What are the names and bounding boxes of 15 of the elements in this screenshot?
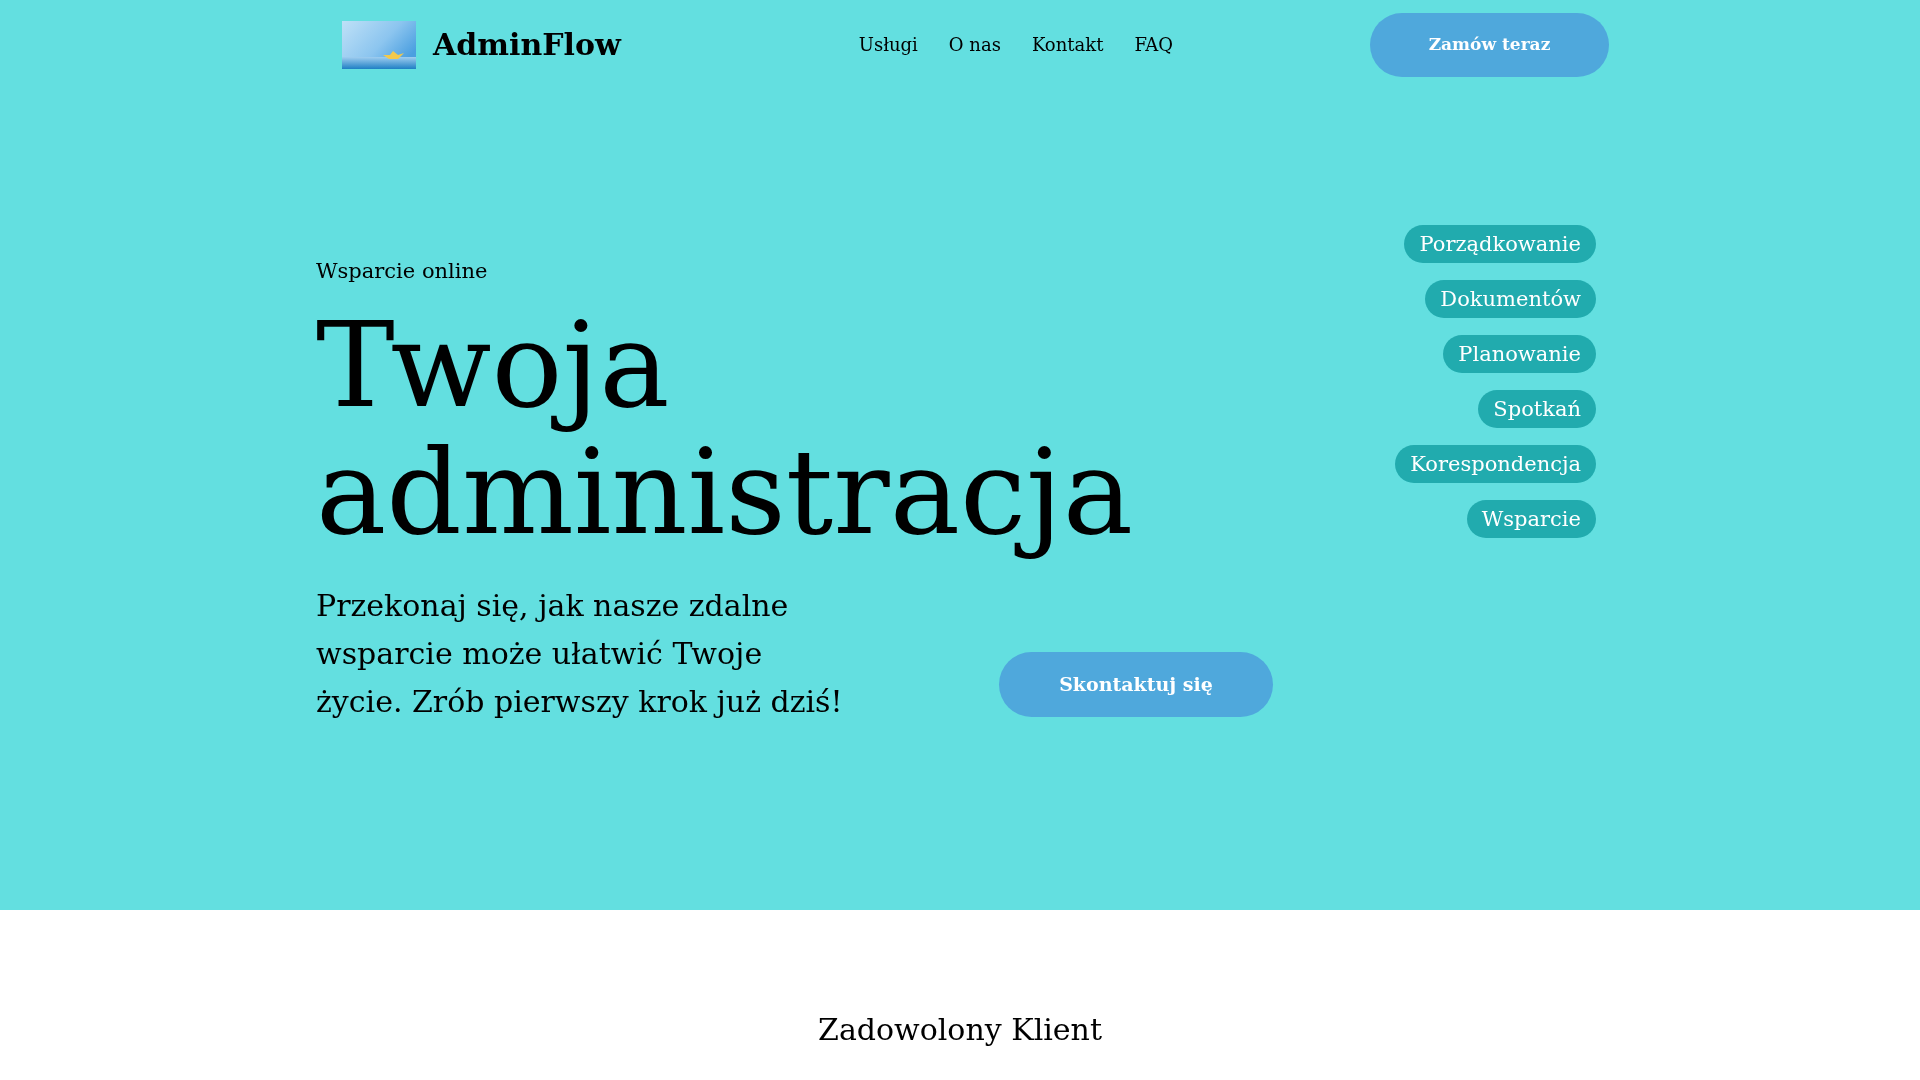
testimonial-label: Zadowolony Klient	[818, 1011, 1102, 1049]
nav-link[interactable]: FAQ	[1134, 33, 1174, 57]
hero-description: Przekonaj się, jak nasze zdalne wsparcie może ułatwić Twoje życie. Zrób pierwszy krok już dziś!	[316, 587, 844, 721]
brand-name[interactable]: AdminFlow	[433, 27, 621, 63]
nav-link[interactable]: O nas	[948, 33, 1001, 57]
hero-heading: Twoja administracja	[316, 302, 1133, 563]
nav-link[interactable]: Usługi	[858, 33, 918, 57]
nav-link[interactable]: Kontakt	[1031, 33, 1104, 57]
hero-eyebrow: Wsparcie online	[316, 258, 488, 285]
service-tag: Planowanie	[1443, 335, 1596, 373]
service-tag: Wsparcie	[1466, 500, 1596, 538]
service-tag: Korespondencja	[1395, 445, 1596, 483]
service-tag: Dokumentów	[1425, 280, 1596, 318]
service-tag: Spotkań	[1478, 390, 1596, 428]
service-tag: Porządkowanie	[1404, 225, 1596, 263]
